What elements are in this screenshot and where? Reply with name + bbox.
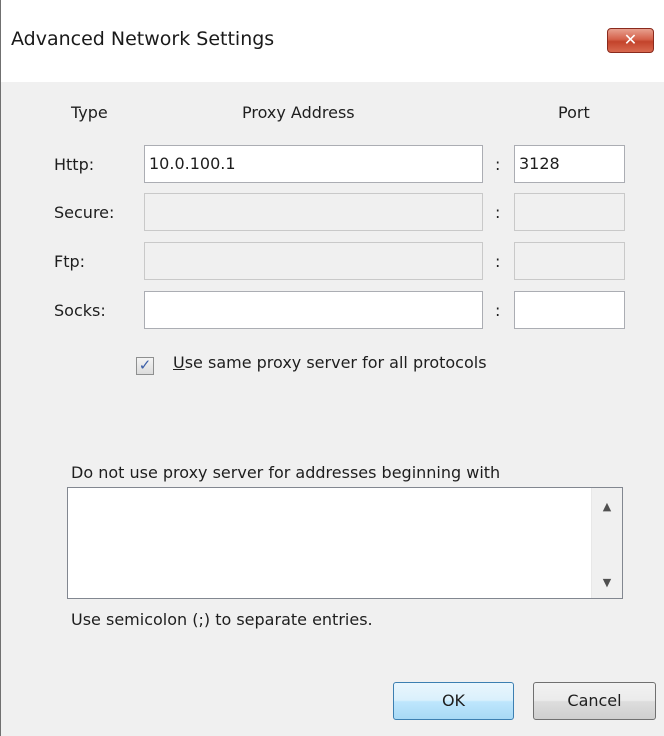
- ftp-address-input[interactable]: [144, 242, 483, 280]
- ftp-label: Ftp:: [54, 252, 86, 271]
- dialog-window: Advanced Network Settings ✕ Type Proxy A…: [0, 0, 664, 736]
- same-proxy-label[interactable]: Use same proxy server for all protocols: [173, 353, 487, 372]
- same-proxy-label-text: se same proxy server for all protocols: [184, 353, 487, 372]
- http-colon: :: [495, 155, 501, 174]
- socks-address-input[interactable]: [144, 291, 483, 329]
- type-column-header: Type: [71, 103, 108, 122]
- no-proxy-label: Do not use proxy server for addresses be…: [71, 463, 501, 482]
- ftp-port-input[interactable]: [514, 242, 625, 280]
- scroll-up-arrow-icon[interactable]: ▲: [592, 496, 622, 518]
- http-address-input[interactable]: 10.0.100.1: [144, 145, 483, 183]
- same-proxy-mnemonic: U: [173, 353, 185, 372]
- title-bar: Advanced Network Settings ✕: [1, 0, 664, 82]
- secure-port-input[interactable]: [514, 193, 625, 231]
- cancel-button[interactable]: Cancel: [533, 682, 656, 720]
- socks-colon: :: [495, 301, 501, 320]
- close-button[interactable]: ✕: [607, 28, 654, 53]
- http-port-input[interactable]: 3128: [514, 145, 625, 183]
- no-proxy-textarea[interactable]: ▲ ▼: [67, 487, 623, 599]
- close-icon: ✕: [623, 30, 638, 49]
- window-title: Advanced Network Settings: [11, 28, 275, 50]
- secure-address-input[interactable]: [144, 193, 483, 231]
- separator-hint: Use semicolon (;) to separate entries.: [71, 610, 373, 629]
- socks-label: Socks:: [54, 301, 106, 320]
- ftp-colon: :: [495, 252, 501, 271]
- secure-colon: :: [495, 203, 501, 222]
- secure-label: Secure:: [54, 203, 115, 222]
- proxy-address-column-header: Proxy Address: [242, 103, 355, 122]
- same-proxy-checkbox[interactable]: ✓: [136, 356, 154, 375]
- socks-port-input[interactable]: [514, 291, 625, 329]
- scroll-down-arrow-icon[interactable]: ▼: [592, 572, 622, 594]
- ok-button[interactable]: OK: [393, 682, 514, 720]
- checkmark-icon: ✓: [138, 356, 152, 374]
- textarea-scrollbar[interactable]: ▲ ▼: [591, 488, 622, 598]
- port-column-header: Port: [558, 103, 590, 122]
- http-label: Http:: [54, 155, 95, 174]
